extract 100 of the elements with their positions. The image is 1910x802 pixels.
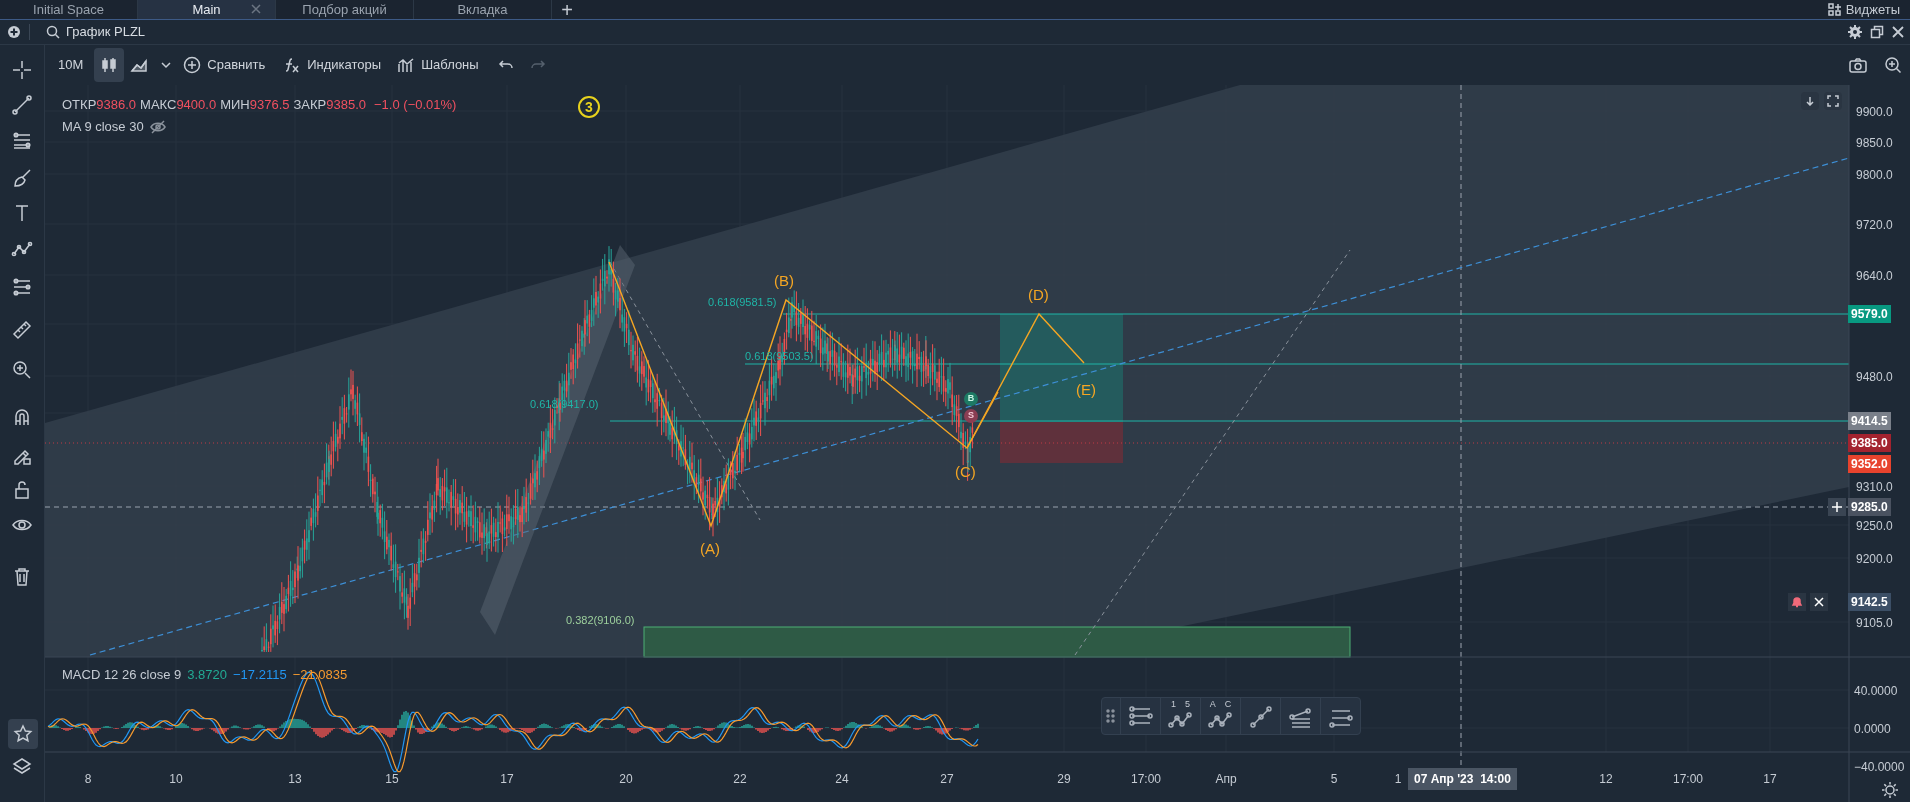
wave-label: (A) bbox=[700, 539, 720, 559]
indicator-label: MACD 12 26 close 9 bbox=[62, 666, 182, 684]
price-label: 9200.0 bbox=[1856, 551, 1893, 568]
tool-mark-label: A bbox=[1209, 699, 1216, 709]
indicator-value: −21.0835 bbox=[292, 666, 348, 684]
drawing-tool-button[interactable]: 1 5 bbox=[1160, 698, 1200, 734]
legend-label: МАКС bbox=[140, 96, 177, 114]
eye-off-icon[interactable] bbox=[149, 119, 166, 134]
ruler-icon[interactable] bbox=[11, 319, 33, 341]
price-label: 9850.0 bbox=[1856, 135, 1893, 152]
chart-type-button[interactable] bbox=[94, 48, 125, 82]
legend-value: 9400.0 bbox=[176, 96, 217, 114]
price-label: 9800.0 bbox=[1856, 167, 1893, 184]
fib-label: 0.618(9581.5) bbox=[708, 295, 777, 310]
time-label: 1 bbox=[1394, 771, 1402, 788]
time-label: 22 bbox=[733, 771, 747, 788]
remove-alert-button[interactable] bbox=[1810, 593, 1828, 611]
price-badge: 9285.0 bbox=[1848, 498, 1891, 516]
price-label: 40.0000 bbox=[1854, 683, 1898, 700]
price-label: −40.0000 bbox=[1854, 759, 1905, 776]
star-icon bbox=[13, 724, 33, 744]
tool-mark-label: C bbox=[1224, 699, 1232, 709]
templates-button[interactable]: Шаблоны bbox=[392, 50, 484, 80]
time-label: 13 bbox=[288, 771, 302, 788]
trend-line[interactable] bbox=[1074, 249, 1351, 656]
time-label: 24 bbox=[835, 771, 849, 788]
area-chart-icon bbox=[130, 56, 149, 74]
price-label: 9480.0 bbox=[1856, 369, 1893, 386]
time-label: 29 bbox=[1057, 771, 1071, 788]
crosshair-icon[interactable] bbox=[11, 59, 33, 81]
time-label: 17 bbox=[1763, 771, 1777, 788]
add-circle-icon bbox=[183, 56, 202, 74]
add-level-button[interactable] bbox=[1828, 498, 1846, 516]
time-label: 17 bbox=[500, 771, 514, 788]
interval-button[interactable]: 10M bbox=[53, 50, 89, 80]
marker-badge[interactable]: 3 bbox=[578, 96, 600, 118]
compare-button[interactable]: Сравнить bbox=[178, 50, 271, 80]
zoom-icon[interactable] bbox=[1884, 56, 1902, 74]
layers-icon[interactable] bbox=[12, 757, 32, 777]
indicator-value: −17.2115 bbox=[233, 666, 287, 684]
price-label: 9250.0 bbox=[1856, 518, 1893, 535]
forecast-lines-icon[interactable] bbox=[11, 276, 33, 298]
indicators-button[interactable]: Индикаторы bbox=[278, 50, 387, 80]
line-tool-icon bbox=[1247, 705, 1274, 729]
price-label: 9105.0 bbox=[1856, 615, 1893, 632]
price-badge: 9352.0 bbox=[1848, 455, 1891, 473]
alert-button[interactable] bbox=[1788, 593, 1806, 611]
time-label: 12 bbox=[1599, 771, 1613, 788]
bell-icon bbox=[1791, 596, 1803, 608]
time-label: 17:00 bbox=[1131, 771, 1161, 788]
legend-value: 9385.0 bbox=[326, 96, 367, 114]
drawing-tool-button[interactable]: A C bbox=[1200, 698, 1240, 734]
crosshair-time-label: 07 Апр '23 14:00 bbox=[1408, 768, 1517, 790]
fullscreen-icon bbox=[1827, 95, 1839, 107]
candles-icon bbox=[100, 56, 119, 74]
wave-label: (E) bbox=[1076, 380, 1096, 400]
price-label: 9900.0 bbox=[1856, 104, 1893, 121]
time-label: 10 bbox=[169, 771, 183, 788]
legend-label: МИН bbox=[220, 96, 250, 114]
time-label: 8 bbox=[84, 771, 92, 788]
time-label: 17:00 bbox=[1673, 771, 1703, 788]
chevron-down-icon[interactable] bbox=[160, 59, 173, 71]
price-label: 9640.0 bbox=[1856, 268, 1893, 285]
price-badge: 9414.5 bbox=[1848, 412, 1891, 430]
scroll-button[interactable] bbox=[1801, 92, 1819, 110]
wave-label: (D) bbox=[1028, 285, 1049, 305]
close-icon[interactable] bbox=[1892, 26, 1904, 38]
settings-icon[interactable] bbox=[1848, 25, 1862, 39]
arrow-down-icon bbox=[1805, 96, 1815, 106]
close-icon bbox=[1814, 597, 1824, 607]
function-icon bbox=[283, 56, 302, 74]
camera-icon[interactable] bbox=[1848, 56, 1868, 74]
time-label: 15 bbox=[385, 771, 399, 788]
wave-pattern-line[interactable] bbox=[966, 391, 999, 449]
price-label: 9310.0 bbox=[1856, 479, 1893, 496]
widgets-icon bbox=[1827, 2, 1842, 17]
line-tool-icon[interactable] bbox=[11, 94, 33, 116]
price-badge: 9385.0 bbox=[1848, 434, 1891, 452]
search-icon[interactable] bbox=[46, 25, 60, 39]
fit-button[interactable] bbox=[1824, 92, 1842, 110]
tool-mark-label: 5 bbox=[1185, 699, 1190, 709]
widgets-button[interactable]: Виджеты bbox=[1827, 0, 1910, 19]
new-tab-button[interactable]: + bbox=[552, 0, 582, 19]
zoom-icon[interactable] bbox=[11, 359, 33, 381]
legend-label: ОТКР bbox=[62, 96, 97, 114]
parallel-band[interactable] bbox=[480, 245, 635, 635]
chart-title: График PLZL bbox=[66, 23, 146, 42]
favorites-button[interactable] bbox=[8, 719, 38, 749]
brush-icon[interactable] bbox=[11, 167, 33, 189]
indicator-label: MA 9 close 30 bbox=[62, 118, 144, 136]
settings-icon[interactable] bbox=[1882, 782, 1898, 798]
time-label: 20 bbox=[619, 771, 633, 788]
grip-icon[interactable] bbox=[1106, 708, 1116, 724]
add-icon[interactable] bbox=[7, 25, 21, 39]
restore-icon[interactable] bbox=[1870, 25, 1884, 39]
long-position-drawing[interactable] bbox=[1000, 314, 1123, 463]
tab[interactable]: Main bbox=[138, 0, 276, 19]
fib-lines-icon bbox=[1127, 705, 1154, 729]
time-label: 5 bbox=[1330, 771, 1338, 788]
price-label: 9720.0 bbox=[1856, 217, 1893, 234]
